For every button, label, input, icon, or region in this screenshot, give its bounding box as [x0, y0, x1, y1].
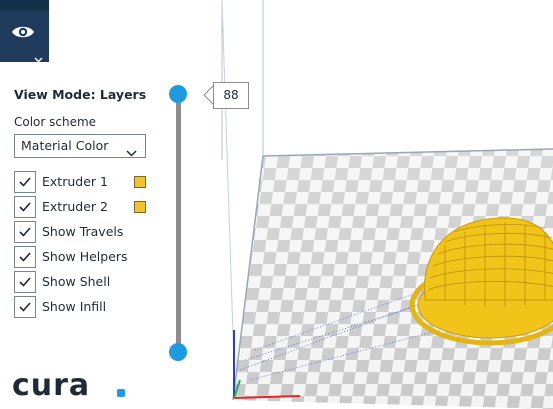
option-show-shell[interactable]: Show Shell: [14, 271, 154, 293]
show-helpers-checkbox[interactable]: [14, 246, 36, 268]
layer-slider-track[interactable]: [176, 94, 181, 352]
panel-title: View Mode: Layers: [14, 87, 147, 102]
check-icon: [19, 227, 31, 237]
current-layer-field[interactable]: 88: [213, 82, 249, 109]
extruder-2-color-swatch: [134, 201, 146, 213]
cura-logo-dot: [117, 389, 125, 397]
view-mode-button[interactable]: [0, 0, 49, 63]
cura-logo: cura: [12, 368, 91, 403]
extruder-2-checkbox[interactable]: [14, 196, 36, 218]
option-extruder-1[interactable]: Extruder 1: [14, 171, 154, 193]
check-icon: [19, 177, 31, 187]
check-icon: [19, 202, 31, 212]
extruder-1-color-swatch: [134, 176, 146, 188]
option-show-travels[interactable]: Show Travels: [14, 221, 154, 243]
option-label: Extruder 1: [42, 174, 108, 189]
option-show-helpers[interactable]: Show Helpers: [14, 246, 154, 268]
layer-slider-top-handle[interactable]: [169, 85, 187, 103]
option-label: Show Helpers: [42, 249, 128, 264]
option-extruder-2[interactable]: Extruder 2: [14, 196, 154, 218]
color-scheme-value: Material Color: [21, 138, 109, 153]
layer-slider-bottom-handle[interactable]: [169, 343, 187, 361]
color-scheme-label: Color scheme: [14, 115, 97, 129]
color-scheme-select[interactable]: Material Color: [14, 134, 146, 158]
view-mode-panel: View Mode: Layers Color scheme Material …: [0, 74, 200, 374]
show-shell-checkbox[interactable]: [14, 271, 36, 293]
chevron-down-icon: [126, 142, 137, 164]
chevron-down-icon: [34, 48, 43, 67]
show-infill-checkbox[interactable]: [14, 296, 36, 318]
show-travels-checkbox[interactable]: [14, 221, 36, 243]
extruder-1-checkbox[interactable]: [14, 171, 36, 193]
check-icon: [19, 302, 31, 312]
option-show-infill[interactable]: Show Infill: [14, 296, 154, 318]
check-icon: [19, 252, 31, 262]
check-icon: [19, 277, 31, 287]
option-label: Extruder 2: [42, 199, 108, 214]
eye-icon: [11, 24, 35, 44]
option-label: Show Infill: [42, 299, 107, 314]
option-label: Show Shell: [42, 274, 111, 289]
option-label: Show Travels: [42, 224, 124, 239]
